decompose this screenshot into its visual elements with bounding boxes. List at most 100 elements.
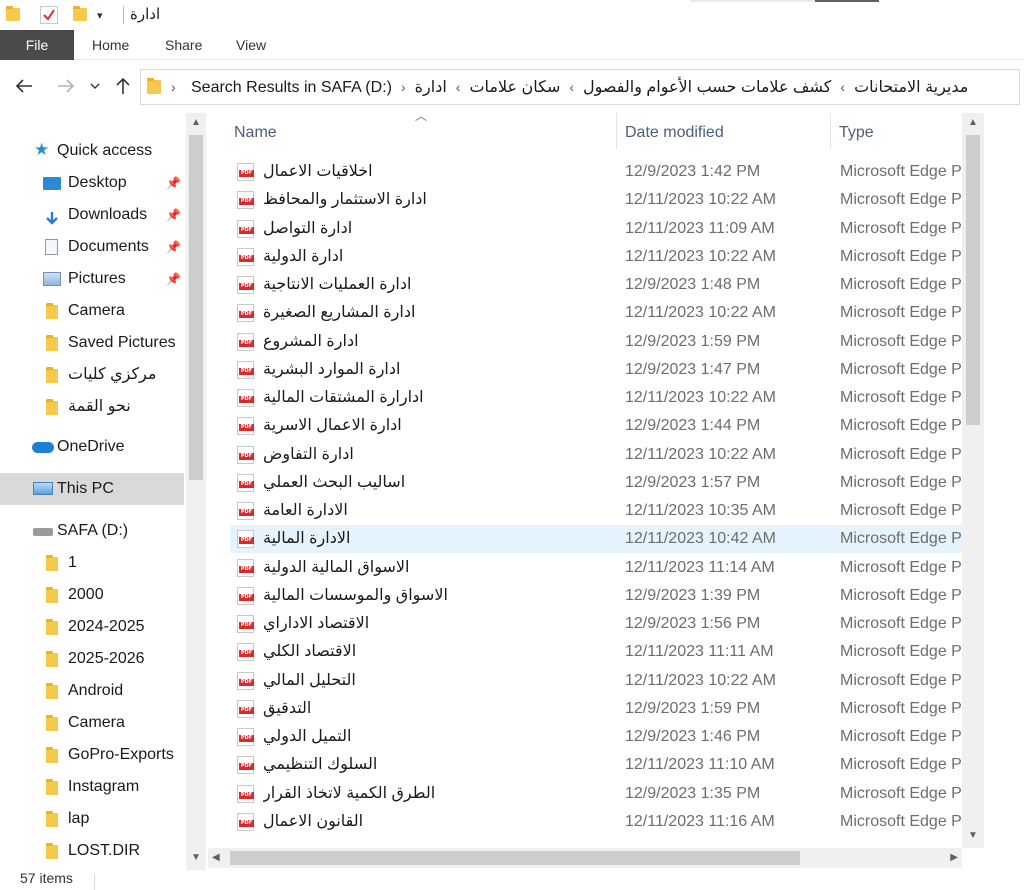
nav-item-folder[interactable]: نحو القمة <box>0 391 184 423</box>
file-date: 12/9/2023 1:35 PM <box>625 784 761 802</box>
table-row[interactable]: ادارة المشاريع الصغيرة 12/11/2023 10:22 A… <box>230 299 964 327</box>
nav-item-drive-folder[interactable]: 1 <box>0 547 184 579</box>
breadcrumb-item[interactable]: كشف علامات حسب الأعوام والفصول <box>583 79 831 96</box>
table-row[interactable]: الادارة العامة 12/11/2023 10:35 AM Microso… <box>230 497 964 525</box>
breadcrumb-item[interactable]: Search Results in SAFA (D:) <box>191 79 392 96</box>
column-header-type[interactable]: Type <box>839 115 874 151</box>
nav-drive[interactable]: SAFA (D:) <box>0 515 184 547</box>
nav-onedrive[interactable]: OneDrive <box>0 431 184 463</box>
table-row[interactable]: السلوك التنظيمي 12/11/2023 11:10 AM Micros… <box>230 751 964 779</box>
nav-item-drive-folder[interactable]: GoPro-Exports <box>0 739 184 771</box>
breadcrumb-item[interactable]: ادارة <box>415 79 447 96</box>
file-date: 12/11/2023 11:10 AM <box>625 756 775 774</box>
pdf-file-icon <box>237 615 254 633</box>
pdf-file-icon <box>237 417 254 436</box>
table-row[interactable]: ادارة التواصل 12/11/2023 11:09 AM Microsof… <box>230 215 964 243</box>
scroll-down-icon[interactable]: ▼ <box>962 826 984 846</box>
table-row[interactable]: ادارة الاستثمار والمحافظ 12/11/2023 10:22… <box>230 186 964 214</box>
table-row[interactable]: ادارة الموارد البشرية 12/9/2023 1:47 PM Mi… <box>230 356 964 384</box>
file-date: 12/11/2023 10:22 AM <box>625 304 776 322</box>
scroll-down-icon[interactable]: ▼ <box>186 848 206 868</box>
nav-item-pictures[interactable]: Pictures 📌 <box>0 263 184 295</box>
scrollbar-thumb[interactable] <box>230 851 800 865</box>
cloud-icon <box>32 442 54 453</box>
tab-share[interactable]: Share <box>165 30 202 60</box>
table-row[interactable]: ادارة المشروع 12/9/2023 1:59 PM Microsoft … <box>230 328 964 356</box>
nav-quick-access[interactable]: ★ Quick access <box>0 135 184 167</box>
table-row[interactable]: اخلاقيات الاعمال 12/9/2023 1:42 PM Microso… <box>230 158 964 186</box>
table-row[interactable]: الادارة المالية 12/11/2023 10:42 AM Micros… <box>230 525 964 554</box>
pdf-file-icon <box>237 812 254 831</box>
file-date: 12/11/2023 11:14 AM <box>625 558 775 576</box>
nav-item-drive-folder[interactable]: LOST.DIR <box>0 835 184 867</box>
table-row[interactable]: ادارارة المشتقات المالية 12/11/2023 10:22… <box>230 384 964 412</box>
back-arrow-icon[interactable] <box>12 75 36 99</box>
column-divider[interactable] <box>616 113 617 149</box>
horizontal-scrollbar[interactable]: ◀ ▶ <box>208 848 962 868</box>
nav-item-drive-folder[interactable]: 2024-2025 <box>0 611 184 643</box>
table-row[interactable]: التحليل المالي 12/11/2023 10:22 AM Microso… <box>230 667 964 695</box>
pdf-file-icon <box>237 332 254 351</box>
up-arrow-icon[interactable] <box>111 75 135 99</box>
scroll-up-icon[interactable]: ▲ <box>186 113 206 133</box>
table-row[interactable]: القانون الاعمال 12/11/2023 11:16 AM Micros… <box>230 808 964 836</box>
title-separator <box>123 6 124 24</box>
file-name: الاقتصاد الاداراي <box>263 615 370 632</box>
scroll-left-icon[interactable]: ◀ <box>212 848 220 868</box>
nav-item-folder[interactable]: مركزي كليات <box>0 359 184 391</box>
scrollbar-thumb[interactable] <box>189 135 203 480</box>
table-row[interactable]: الاقتصاد الكلي 12/11/2023 11:11 AM Microso… <box>230 638 964 666</box>
tab-home[interactable]: Home <box>92 30 129 60</box>
list-scrollbar[interactable]: ▲ ▼ <box>962 113 984 848</box>
nav-item-saved-pictures[interactable]: Saved Pictures <box>0 327 184 359</box>
table-row[interactable]: ادارة الاعمال الاسرية 12/9/2023 1:44 PM Mi… <box>230 412 964 440</box>
tab-file[interactable]: File <box>0 30 74 60</box>
address-bar[interactable]: › Search Results in SAFA (D:) › مديرية الا… <box>140 69 1020 105</box>
scrollbar-thumb[interactable] <box>966 135 980 425</box>
nav-item-documents[interactable]: Documents 📌 <box>0 231 184 263</box>
nav-item-downloads[interactable]: Downloads 📌 <box>0 199 184 231</box>
nav-item-drive-folder[interactable]: lap <box>0 803 184 835</box>
table-row[interactable]: التميل الدولي 12/9/2023 1:46 PM Microsoft … <box>230 723 964 751</box>
scroll-up-icon[interactable]: ▲ <box>962 113 984 133</box>
nav-label: Desktop <box>68 174 127 191</box>
address-chevron-icon: › <box>171 79 176 95</box>
nav-item-drive-folder[interactable]: 2000 <box>0 579 184 611</box>
file-type: Microsoft Edge P <box>840 530 962 548</box>
nav-label: Quick access <box>57 142 153 159</box>
nav-label: Pictures <box>68 270 126 287</box>
table-row[interactable]: الطرق الكمية لاتخاذ القرار 12/9/2023 1:35… <box>230 780 964 808</box>
breadcrumb-item[interactable]: سكان علامات <box>469 79 560 96</box>
table-row[interactable]: التدقيق 12/9/2023 1:59 PM Microsoft Edge P <box>230 695 964 723</box>
nav-this-pc[interactable]: This PC <box>0 473 184 505</box>
table-row[interactable]: الاقتصاد الاداراي 12/9/2023 1:56 PM Micros… <box>230 610 964 638</box>
table-row[interactable]: اساليب البحث العملي 12/9/2023 1:57 PM Micr… <box>230 469 964 497</box>
file-type: Microsoft Edge P <box>840 219 962 237</box>
nav-item-drive-folder[interactable]: 2025-2026 <box>0 643 184 675</box>
nav-item-camera[interactable]: Camera <box>0 295 184 327</box>
customize-toolbar-icon[interactable]: ▾ <box>97 6 111 24</box>
forward-arrow-icon[interactable] <box>54 75 78 99</box>
folder-icon <box>46 651 58 667</box>
column-header-name[interactable]: Name <box>234 115 277 151</box>
new-folder-icon[interactable] <box>73 6 87 21</box>
breadcrumb-item[interactable]: مديرية الامتحانات <box>854 79 968 96</box>
table-row[interactable]: الاسواق المالية الدولية 12/11/2023 11:14 … <box>230 554 964 582</box>
nav-item-desktop[interactable]: Desktop 📌 <box>0 167 184 199</box>
nav-scrollbar[interactable]: ▲ ▼ <box>186 113 206 870</box>
nav-label: LOST.DIR <box>68 842 141 859</box>
tab-view[interactable]: View <box>236 30 266 60</box>
table-row[interactable]: ادارة العمليات الانتاجية 12/9/2023 1:48 P… <box>230 271 964 299</box>
properties-checkmark-icon[interactable] <box>40 6 58 24</box>
table-row[interactable]: ادارة التفاوض 12/11/2023 10:22 AM Microsof… <box>230 441 964 469</box>
scroll-right-icon[interactable]: ▶ <box>950 848 958 868</box>
nav-item-drive-folder[interactable]: Android <box>0 675 184 707</box>
table-row[interactable]: الاسواق والموسسات المالية 12/9/2023 1:39 … <box>230 582 964 610</box>
recent-locations-chevron-icon[interactable] <box>86 75 104 99</box>
table-row[interactable]: ادارة الدولية 12/11/2023 10:22 AM Microsof… <box>230 243 964 271</box>
breadcrumb-chevron-icon: › <box>400 79 406 95</box>
nav-item-drive-folder[interactable]: Instagram <box>0 771 184 803</box>
nav-item-drive-folder[interactable]: Camera <box>0 707 184 739</box>
column-divider[interactable] <box>830 113 831 149</box>
column-header-date[interactable]: Date modified <box>625 115 724 151</box>
